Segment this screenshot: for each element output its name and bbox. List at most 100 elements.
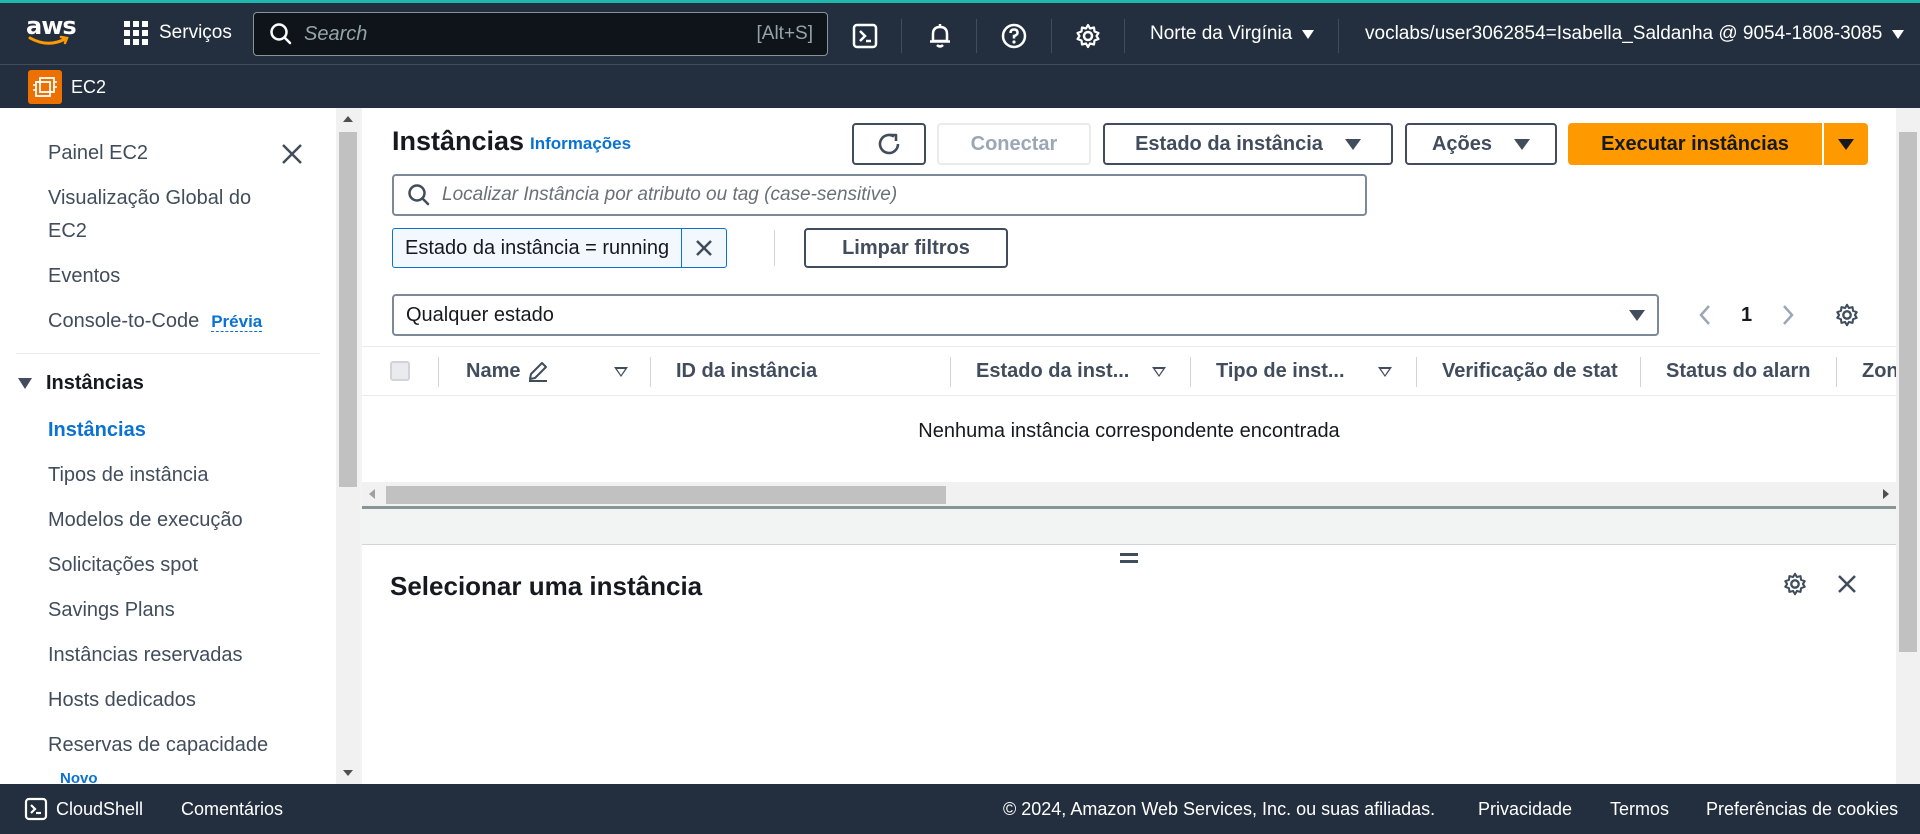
close-icon[interactable] bbox=[1836, 573, 1858, 595]
chevron-left-icon[interactable] bbox=[1697, 303, 1713, 327]
scroll-right-icon[interactable] bbox=[1883, 489, 1889, 499]
new-badge: Novo bbox=[60, 770, 98, 784]
refresh-button[interactable] bbox=[852, 123, 926, 165]
sidebar-item-console-to-code[interactable]: Console-to-Code Prévia bbox=[48, 310, 263, 333]
edit-pencil-icon bbox=[529, 362, 548, 382]
scroll-down-icon[interactable] bbox=[343, 770, 353, 776]
chevron-right-icon[interactable] bbox=[1780, 303, 1796, 327]
page-scrollbar[interactable] bbox=[1896, 108, 1920, 784]
sidebar-item-tipos[interactable]: Tipos de instância bbox=[48, 464, 208, 487]
sidebar-item-spot[interactable]: Solicitações spot bbox=[48, 554, 198, 577]
launch-dropdown-button[interactable] bbox=[1824, 123, 1868, 165]
caret-down-icon bbox=[1838, 138, 1854, 150]
clear-filters-button[interactable]: Limpar filtros bbox=[804, 228, 1008, 268]
sidebar-item-painel[interactable]: Painel EC2 bbox=[48, 142, 148, 165]
info-link[interactable]: Informações bbox=[530, 134, 631, 154]
column-instance-id[interactable]: ID da instância bbox=[676, 347, 936, 395]
table-horizontal-scrollbar[interactable] bbox=[362, 482, 1896, 506]
copyright-text: © 2024, Amazon Web Services, Inc. ou sua… bbox=[1003, 799, 1436, 819]
cloudshell-icon[interactable] bbox=[24, 797, 48, 821]
close-icon[interactable] bbox=[280, 142, 304, 166]
table-preferences-gear-icon[interactable] bbox=[1834, 302, 1860, 328]
filter-token-label: Estado da instância = running bbox=[393, 229, 683, 267]
terms-link[interactable]: Termos bbox=[1610, 799, 1669, 820]
search-input[interactable] bbox=[304, 22, 757, 46]
search-icon bbox=[408, 184, 430, 206]
aws-logo[interactable]: aws bbox=[26, 14, 77, 49]
sidebar-section-instancias[interactable]: Instâncias bbox=[18, 372, 144, 395]
actions-button[interactable]: Ações bbox=[1405, 123, 1557, 165]
column-name[interactable]: Name bbox=[466, 347, 616, 395]
instance-filter[interactable] bbox=[392, 174, 1367, 216]
search-box[interactable]: [Alt+S] bbox=[253, 12, 828, 56]
instance-state-label: Estado da instância bbox=[1135, 132, 1323, 155]
caret-down-icon bbox=[1344, 138, 1361, 150]
services-label: Serviços bbox=[159, 22, 232, 43]
state-select[interactable]: Qualquer estado bbox=[392, 294, 1659, 336]
notifications-bell-icon[interactable] bbox=[926, 22, 954, 50]
refresh-icon bbox=[878, 133, 900, 155]
column-instance-state[interactable]: Estado da inst... bbox=[976, 347, 1142, 395]
page-number[interactable]: 1 bbox=[1741, 304, 1752, 327]
filter-divider bbox=[774, 230, 775, 266]
cloudshell-icon[interactable] bbox=[851, 22, 879, 50]
cookie-preferences-link[interactable]: Preferências de cookies bbox=[1706, 799, 1898, 820]
service-name[interactable]: EC2 bbox=[71, 77, 106, 98]
scrollbar-thumb[interactable] bbox=[339, 132, 357, 487]
preview-badge: Prévia bbox=[211, 312, 263, 332]
column-status-check[interactable]: Verificação de stat bbox=[1442, 347, 1618, 395]
sidebar-item-modelos[interactable]: Modelos de execução bbox=[48, 509, 243, 532]
service-bar: EC2 bbox=[0, 64, 1920, 108]
instances-panel: Instâncias Informações Conectar Estado d… bbox=[362, 108, 1896, 509]
sidebar-scrollbar[interactable] bbox=[336, 108, 360, 784]
sidebar-item-reservadas[interactable]: Instâncias reservadas bbox=[48, 644, 243, 667]
sort-icon[interactable] bbox=[614, 367, 628, 377]
split-panel-settings-gear-icon[interactable] bbox=[1782, 571, 1808, 597]
section-label: Instâncias bbox=[46, 372, 144, 394]
caret-down-icon bbox=[18, 378, 32, 389]
settings-gear-icon[interactable] bbox=[1074, 22, 1102, 50]
privacy-link[interactable]: Privacidade bbox=[1478, 799, 1572, 820]
sidebar-item-reservas-capacidade[interactable]: Reservas de capacidade bbox=[48, 734, 268, 757]
resize-handle-icon[interactable] bbox=[1120, 553, 1138, 563]
ec2-service-icon[interactable] bbox=[28, 70, 62, 104]
sidebar-item-eventos[interactable]: Eventos bbox=[48, 265, 120, 288]
sort-icon[interactable] bbox=[1152, 367, 1166, 377]
sidebar-item-savings[interactable]: Savings Plans bbox=[48, 599, 175, 622]
nav-divider bbox=[976, 19, 977, 53]
sidebar-item-instancias[interactable]: Instâncias bbox=[48, 419, 146, 442]
scrollbar-thumb[interactable] bbox=[1899, 132, 1917, 652]
account-menu[interactable]: voclabs/user3062854=Isabella_Saldanha @ … bbox=[1365, 23, 1905, 45]
sort-icon[interactable] bbox=[1378, 367, 1392, 377]
region-selector[interactable]: Norte da Virgínia bbox=[1150, 23, 1315, 45]
search-icon bbox=[270, 23, 292, 45]
help-icon[interactable] bbox=[1000, 22, 1028, 50]
instance-state-button[interactable]: Estado da instância bbox=[1103, 123, 1393, 165]
services-menu[interactable]: Serviços bbox=[124, 21, 232, 45]
column-divider bbox=[1416, 357, 1417, 387]
sidebar: Painel EC2 Visualização Global do EC2 Ev… bbox=[0, 108, 336, 784]
sidebar-item-hosts[interactable]: Hosts dedicados bbox=[48, 689, 196, 712]
scrollbar-thumb[interactable] bbox=[386, 486, 946, 504]
filter-input[interactable] bbox=[442, 184, 1365, 206]
column-divider bbox=[438, 357, 439, 387]
launch-instances-button[interactable]: Executar instâncias bbox=[1568, 123, 1822, 165]
connect-button[interactable]: Conectar bbox=[937, 123, 1091, 165]
details-split-panel: Selecionar uma instância bbox=[362, 544, 1896, 784]
column-divider bbox=[650, 357, 651, 387]
remove-filter-button[interactable] bbox=[682, 229, 726, 267]
scroll-left-icon[interactable] bbox=[369, 489, 375, 499]
column-instance-type[interactable]: Tipo de inst... bbox=[1216, 347, 1360, 395]
sidebar-item-global-view[interactable]: Visualização Global do bbox=[48, 187, 251, 210]
select-all-checkbox[interactable] bbox=[390, 361, 410, 381]
cloudshell-link[interactable]: CloudShell bbox=[56, 799, 143, 820]
top-navigation: aws Serviços [Alt+S] bbox=[0, 0, 1920, 64]
feedback-link[interactable]: Comentários bbox=[181, 799, 283, 820]
column-divider bbox=[1640, 357, 1641, 387]
nav-divider bbox=[1124, 19, 1125, 53]
column-alarm-status[interactable]: Status do alarn bbox=[1666, 347, 1814, 395]
sidebar-item-global-view-2[interactable]: EC2 bbox=[48, 220, 87, 243]
column-zone[interactable]: Zon bbox=[1862, 347, 1896, 395]
scroll-up-icon[interactable] bbox=[343, 116, 353, 122]
caret-down-icon bbox=[1514, 138, 1531, 150]
